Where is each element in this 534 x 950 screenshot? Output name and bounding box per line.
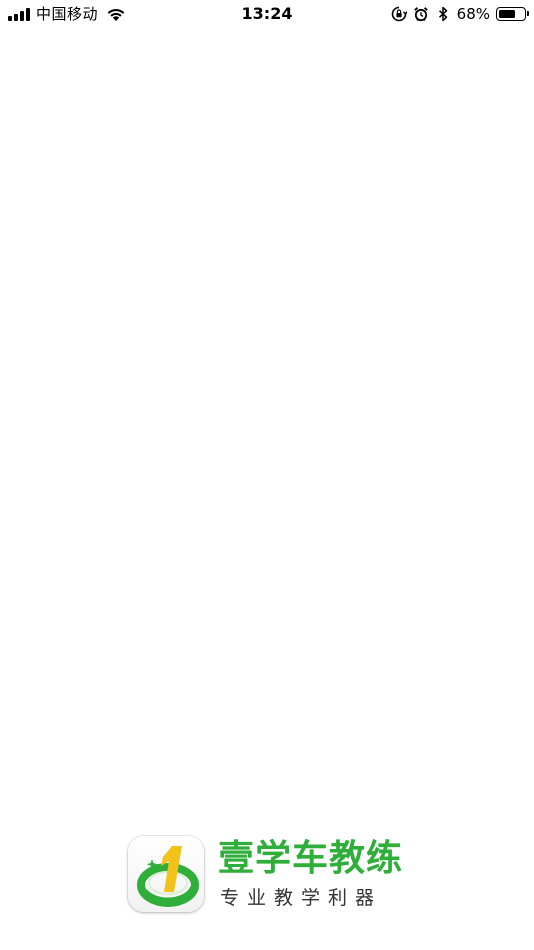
app-logo-icon [128,836,204,912]
app-name: 壹学车教练 [218,838,404,879]
status-right: 68% [391,4,529,24]
status-bar: 中国移动 13:24 68% [0,0,534,28]
battery-percent: 68% [456,5,490,23]
app-slogan: 专业教学利器 [220,887,383,909]
splash-brand: 壹学车教练 专业教学利器 [128,836,418,914]
bluetooth-icon [438,6,447,22]
battery-icon [496,7,529,21]
battery-fill [499,10,515,18]
alarm-icon [413,7,428,22]
orientation-lock-icon [391,6,407,22]
